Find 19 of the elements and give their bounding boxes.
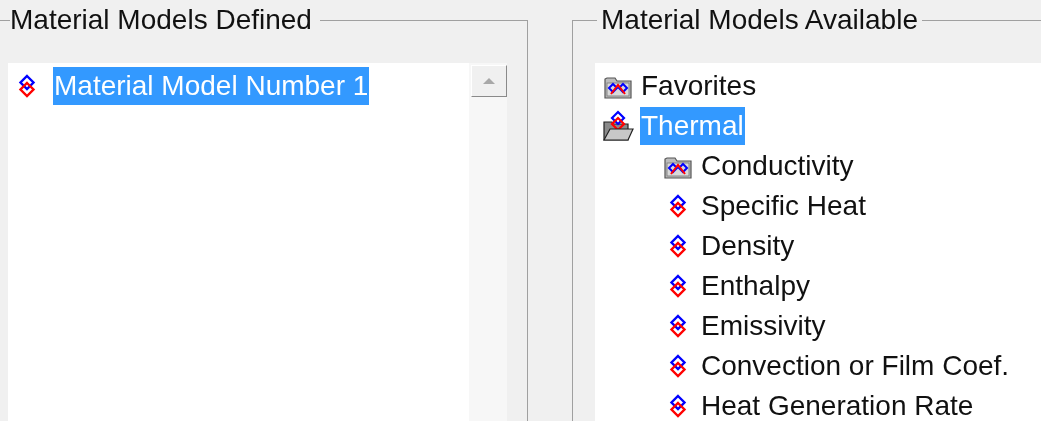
tree-item[interactable]: Convection or Film Coef.	[700, 347, 1011, 385]
group-title: Material Models Defined	[10, 4, 313, 36]
group-title: Material Models Available	[600, 4, 919, 36]
scroll-up-button[interactable]	[471, 65, 507, 97]
diamond-pair-icon	[669, 314, 687, 338]
tree-item[interactable]: Favorites	[640, 67, 758, 105]
tree-item[interactable]: Heat Generation Rate	[700, 387, 975, 421]
diamond-pair-icon	[669, 274, 687, 298]
tree-item[interactable]: Density	[700, 227, 796, 265]
tree-item[interactable]: Conductivity	[700, 147, 855, 185]
diamond-pair-icon	[18, 74, 36, 98]
diamond-pair-icon	[669, 194, 687, 218]
diamond-pair-icon	[669, 234, 687, 258]
diamond-pair-icon	[669, 354, 687, 378]
tree-item[interactable]: Enthalpy	[700, 267, 811, 305]
up-arrow-icon	[482, 77, 496, 85]
tree-item[interactable]: Specific Heat	[700, 187, 867, 225]
diamond-pair-icon	[669, 394, 687, 418]
tree-item[interactable]: Emissivity	[700, 307, 827, 345]
